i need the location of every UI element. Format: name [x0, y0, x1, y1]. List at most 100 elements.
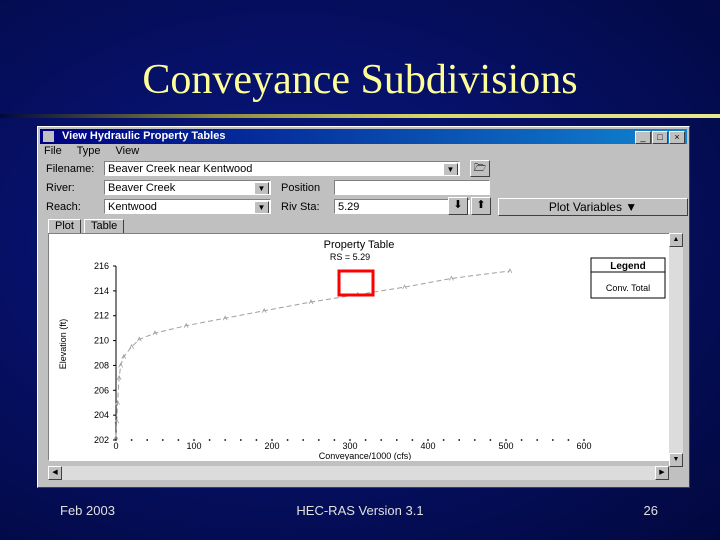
app-icon	[43, 131, 54, 142]
x-axis-dot	[458, 439, 461, 441]
window-title: View Hydraulic Property Tables	[62, 130, 226, 142]
open-file-button[interactable]: 🗁	[470, 160, 490, 177]
x-axis-dot	[333, 439, 336, 441]
x-tick-label: 100	[186, 441, 201, 451]
x-axis-dot	[489, 439, 492, 441]
reach-label: Reach:	[46, 201, 81, 213]
y-tick-label: 216	[94, 261, 109, 271]
legend: Legend Conv. Total	[590, 257, 666, 299]
arrow-down-icon: ⬇	[453, 199, 463, 211]
x-axis-dot	[520, 439, 523, 441]
river-value: Beaver Creek	[108, 182, 176, 194]
tab-plot[interactable]: Plot	[48, 219, 81, 233]
x-axis-dot	[146, 439, 149, 441]
scroll-up-icon[interactable]: ▲	[669, 233, 683, 247]
y-tick-label: 206	[94, 385, 109, 395]
x-tick-label: 200	[264, 441, 279, 451]
x-axis-dot	[115, 439, 117, 441]
x-axis-dot	[255, 439, 258, 441]
footer-page-number: 26	[643, 503, 658, 518]
next-station-up-button[interactable]: ⬆	[471, 197, 491, 215]
menu-bar: File Type View	[44, 145, 151, 157]
position-field[interactable]	[334, 180, 490, 195]
data-point	[402, 284, 407, 290]
x-axis-dot	[395, 439, 398, 441]
x-axis-dot	[349, 439, 351, 441]
x-axis-dot	[302, 439, 305, 441]
x-axis-dot	[380, 439, 383, 441]
x-tick-label: 500	[498, 441, 513, 451]
tab-table[interactable]: Table	[84, 219, 125, 233]
slide-title: Conveyance Subdivisions	[142, 57, 578, 103]
x-tick-label: 600	[576, 441, 591, 451]
menu-view[interactable]: View	[116, 145, 140, 157]
x-axis-dot	[583, 439, 585, 441]
scroll-right-icon[interactable]: ▶	[655, 466, 669, 480]
x-axis-dot	[411, 439, 414, 441]
reach-select[interactable]: Kentwood ▼	[104, 199, 271, 214]
next-station-down-button[interactable]: ⬇	[448, 197, 468, 215]
chevron-down-icon[interactable]: ▼	[443, 163, 458, 175]
chart-series	[113, 268, 513, 440]
x-axis-dot	[161, 439, 164, 441]
title-underline	[0, 114, 720, 118]
river-select[interactable]: Beaver Creek ▼	[104, 180, 271, 195]
chart-subtitle: RS = 5.29	[330, 252, 370, 262]
x-axis-dot	[505, 439, 507, 441]
position-label: Position	[281, 182, 321, 194]
x-axis-dot	[271, 439, 273, 441]
window-titlebar[interactable]: View Hydraulic Property Tables _ □ ×	[40, 129, 687, 144]
x-axis-dot	[551, 439, 554, 441]
maximize-button[interactable]: □	[652, 131, 668, 144]
filename-select[interactable]: Beaver Creek near Kentwood ▼	[104, 161, 460, 176]
property-table-chart: Property Table RS = 5.29 Elevation (ft) …	[58, 239, 666, 461]
scroll-down-icon[interactable]: ▼	[669, 453, 683, 467]
menu-type[interactable]: Type	[77, 145, 101, 157]
x-axis-dot	[177, 439, 180, 441]
data-point	[449, 275, 454, 281]
footer-center: HEC-RAS Version 3.1	[296, 503, 424, 518]
reach-value: Kentwood	[108, 201, 157, 213]
filename-label: Filename:	[46, 163, 95, 175]
plot-variables-button[interactable]: Plot Variables ▼	[498, 198, 688, 216]
legend-item-conv-total: Conv. Total	[606, 283, 650, 293]
chart-title: Property Table	[324, 239, 395, 251]
chevron-down-icon[interactable]: ▼	[254, 201, 269, 213]
x-axis-dot	[536, 439, 539, 441]
y-tick-label: 210	[94, 336, 109, 346]
x-axis-dot	[473, 439, 476, 441]
close-button[interactable]: ×	[669, 131, 685, 144]
chevron-down-icon[interactable]: ▼	[254, 182, 269, 194]
rivsta-value: 5.29	[338, 201, 360, 213]
x-axis-dot	[239, 439, 242, 441]
x-axis-label: Conveyance/1000 (cfs)	[319, 451, 412, 460]
x-axis-dot	[130, 439, 133, 441]
y-tick-label: 204	[94, 410, 109, 420]
y-tick-label: 202	[94, 435, 109, 445]
y-tick-label: 214	[94, 286, 109, 296]
folder-icon: 🗁	[473, 163, 487, 174]
x-tick-label: 0	[113, 441, 118, 451]
x-tick-label: 300	[342, 441, 357, 451]
horizontal-scrollbar[interactable]: ◀ ▶	[48, 466, 669, 480]
y-axis-label: Elevation (ft)	[58, 319, 68, 370]
plot-area: Property Table RS = 5.29 Elevation (ft) …	[48, 233, 678, 461]
vertical-scrollbar[interactable]: ▲ ▼	[669, 233, 683, 467]
x-axis-dot	[286, 439, 289, 441]
menu-file[interactable]: File	[44, 145, 62, 157]
river-label: River:	[46, 182, 75, 194]
highlight-box	[337, 269, 375, 297]
filename-value: Beaver Creek near Kentwood	[108, 163, 253, 175]
property-tables-window: View Hydraulic Property Tables _ □ × Fil…	[37, 126, 690, 488]
x-axis-dot	[427, 439, 429, 441]
minimize-button[interactable]: _	[635, 131, 651, 144]
x-axis-dot	[567, 439, 570, 441]
rivsta-label: Riv Sta:	[281, 201, 320, 213]
series-line-conv-total	[115, 270, 510, 438]
scroll-left-icon[interactable]: ◀	[48, 466, 62, 480]
x-axis-dot	[317, 439, 320, 441]
y-tick-label: 208	[94, 360, 109, 370]
legend-title: Legend	[610, 261, 646, 272]
arrow-up-icon: ⬆	[476, 199, 486, 211]
x-axis-dot	[208, 439, 211, 441]
